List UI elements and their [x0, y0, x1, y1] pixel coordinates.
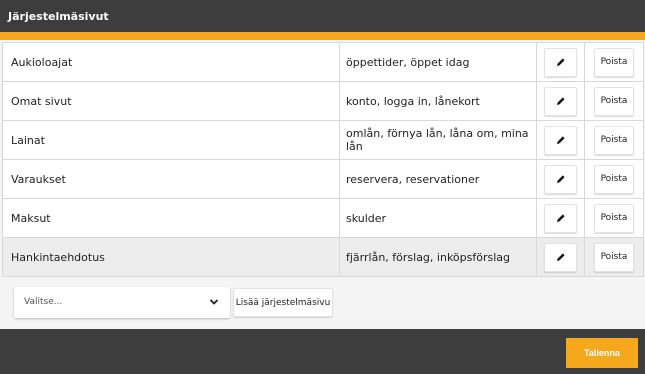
select-value: Valitse... — [24, 297, 63, 307]
pencil-icon — [556, 58, 565, 66]
add-system-page-button[interactable]: Lisää järjestelmäsivu — [233, 288, 333, 317]
page-name: Varaukset — [2, 159, 340, 199]
page-name: Lainat — [2, 120, 340, 160]
page-keywords: reservera, reservationer — [339, 159, 537, 199]
table-row: Varaukset reservera, reservationer Poist… — [2, 159, 644, 199]
window-titlebar: Järjestelmäsivut — [0, 0, 645, 32]
pencil-icon — [556, 97, 565, 105]
table-row: Hankintaehdotus fjärrlån, förslag, inköp… — [2, 237, 644, 277]
delete-button[interactable]: Poista — [594, 86, 634, 116]
table-row: Maksut skulder Poista — [2, 198, 644, 238]
system-pages-table: Aukioloajat öppettider, öppet idag Poist… — [2, 42, 644, 277]
footer-bar: Tallenna — [0, 329, 645, 374]
delete-button[interactable]: Poista — [594, 47, 634, 77]
delete-button[interactable]: Poista — [594, 164, 634, 194]
edit-button[interactable] — [544, 242, 577, 272]
edit-button[interactable] — [544, 86, 577, 116]
system-page-select[interactable]: Valitse... — [14, 287, 230, 318]
accent-bar — [0, 32, 645, 40]
pencil-icon — [556, 175, 565, 183]
delete-button[interactable]: Poista — [594, 203, 634, 233]
table-row: Aukioloajat öppettider, öppet idag Poist… — [2, 42, 644, 82]
pencil-icon — [556, 253, 565, 261]
content-panel: Aukioloajat öppettider, öppet idag Poist… — [0, 40, 645, 329]
page-name: Omat sivut — [2, 81, 340, 121]
page-name: Maksut — [2, 198, 340, 238]
page-name: Aukioloajat — [2, 42, 340, 82]
edit-button[interactable] — [544, 47, 577, 77]
pencil-icon — [556, 136, 565, 144]
chevron-down-icon — [209, 299, 219, 305]
page-keywords: omlån, förnya lån, låna om, mina lån — [339, 120, 537, 160]
page-name: Hankintaehdotus — [2, 237, 340, 277]
page-keywords: konto, logga in, lånekort — [339, 81, 537, 121]
edit-button[interactable] — [544, 203, 577, 233]
edit-button[interactable] — [544, 125, 577, 155]
save-button[interactable]: Tallenna — [566, 338, 638, 368]
page-keywords: öppettider, öppet idag — [339, 42, 537, 82]
page-keywords: skulder — [339, 198, 537, 238]
edit-button[interactable] — [544, 164, 577, 194]
delete-button[interactable]: Poista — [594, 125, 634, 155]
page-keywords: fjärrlån, förslag, inköpsförslag — [339, 237, 537, 277]
window-title: Järjestelmäsivut — [8, 10, 109, 23]
table-row: Lainat omlån, förnya lån, låna om, mina … — [2, 120, 644, 160]
pencil-icon — [556, 214, 565, 222]
table-row: Omat sivut konto, logga in, lånekort Poi… — [2, 81, 644, 121]
delete-button[interactable]: Poista — [594, 242, 634, 272]
